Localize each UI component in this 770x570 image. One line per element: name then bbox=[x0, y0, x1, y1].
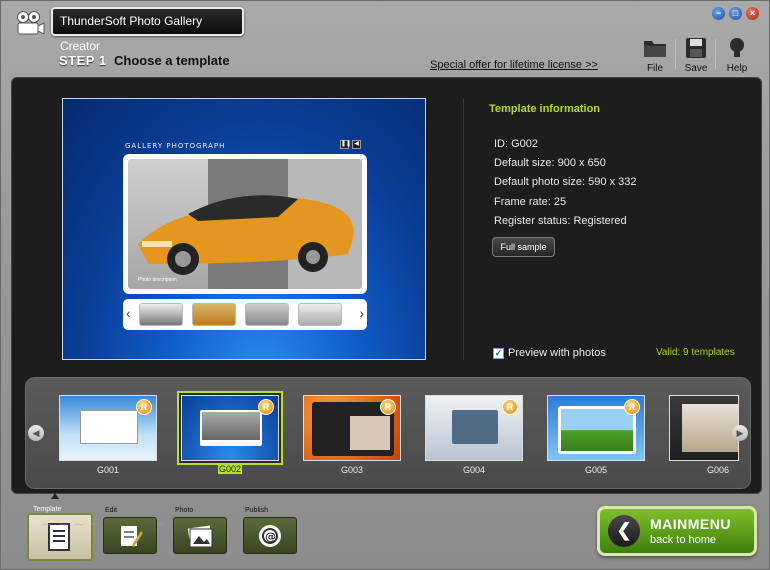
template-name: G001 bbox=[96, 465, 120, 475]
preview-photo: Photo description bbox=[128, 159, 362, 289]
car-photo-image bbox=[138, 159, 362, 289]
svg-text:@: @ bbox=[265, 530, 276, 543]
main-menu-subtitle: back to home bbox=[650, 534, 717, 546]
window-controls: − □ × bbox=[712, 7, 759, 20]
tab-publish[interactable]: Publish @ bbox=[243, 507, 297, 554]
template-name: G005 bbox=[584, 465, 608, 475]
save-label: Save bbox=[684, 63, 708, 74]
preview-next-arrow: › bbox=[359, 305, 364, 321]
help-button[interactable]: Help bbox=[719, 37, 755, 74]
template-item-g004[interactable]: R G004 bbox=[425, 395, 523, 475]
edit-pencil-icon bbox=[121, 525, 143, 547]
main-menu-title: MAINMENU bbox=[650, 516, 731, 532]
full-sample-button[interactable]: Full sample bbox=[492, 237, 555, 257]
preview-thumb bbox=[192, 303, 236, 326]
template-default-size: Default size: 900 x 650 bbox=[494, 157, 606, 169]
template-item-g005[interactable]: R G005 bbox=[547, 395, 645, 475]
info-divider bbox=[463, 98, 464, 360]
lightbulb-icon bbox=[730, 38, 744, 57]
template-thumbnail bbox=[669, 395, 739, 461]
template-thumbnail: R bbox=[303, 395, 401, 461]
preview-controls: ❚❚ ◀ bbox=[340, 140, 361, 149]
template-register-status: Register status: Registered bbox=[494, 215, 627, 227]
tab-photo-label: Photo bbox=[175, 507, 194, 514]
step-title: Choose a template bbox=[114, 53, 230, 68]
template-id: ID: G002 bbox=[494, 138, 539, 150]
template-name: G002 bbox=[218, 464, 242, 474]
template-badge-icon: R bbox=[380, 399, 396, 415]
valid-templates-count: Valid: 9 templates bbox=[656, 347, 735, 358]
template-thumbnail: R bbox=[547, 395, 645, 461]
help-label: Help bbox=[726, 63, 748, 74]
tab-edit[interactable]: Edit bbox=[103, 507, 157, 554]
tab-edit-label: Edit bbox=[105, 507, 118, 514]
preview-with-photos-checkbox[interactable]: ✓ Preview with photos bbox=[493, 347, 606, 359]
preview-photo-frame: Photo description bbox=[123, 154, 367, 294]
minimize-button[interactable]: − bbox=[712, 7, 725, 20]
app-title: ThunderSoft Photo Gallery Creator bbox=[51, 7, 244, 53]
preview-thumb bbox=[245, 303, 289, 326]
step-label: STEP 1 bbox=[59, 53, 107, 68]
floppy-disk-icon bbox=[686, 38, 706, 58]
toolbar-divider bbox=[715, 39, 716, 69]
save-button[interactable]: Save bbox=[678, 37, 714, 74]
restore-button[interactable]: □ bbox=[729, 7, 742, 20]
back-arrow-icon: ❮ bbox=[608, 515, 640, 547]
template-frame-rate: Frame rate: 25 bbox=[494, 196, 567, 208]
app-window: ThunderSoft Photo Gallery Creator − □ × … bbox=[0, 0, 770, 570]
template-badge-icon: R bbox=[624, 399, 640, 415]
tab-edit-box bbox=[103, 517, 157, 554]
template-item-g003[interactable]: R G003 bbox=[303, 395, 401, 475]
template-strip: ◀ R G001 R G002 R G003 R G004 R G005 G00… bbox=[25, 377, 751, 489]
camera-logo-icon bbox=[17, 11, 45, 35]
tab-template-label: Template bbox=[33, 506, 62, 513]
photo-stack-icon bbox=[187, 525, 213, 547]
publish-globe-icon: @ bbox=[259, 524, 281, 547]
template-thumbnail: R bbox=[425, 395, 523, 461]
preview-photo-caption: Photo description bbox=[138, 277, 177, 283]
file-button[interactable]: File bbox=[637, 37, 673, 74]
active-tab-caret bbox=[51, 493, 59, 499]
checkbox-checked-icon[interactable]: ✓ bbox=[493, 347, 504, 359]
template-item-g002[interactable]: R G002 bbox=[177, 391, 283, 474]
template-item-g001[interactable]: R G001 bbox=[59, 395, 157, 475]
main-menu-button[interactable]: ❮ MAINMENU back to home bbox=[597, 506, 757, 556]
special-offer-link[interactable]: Special offer for lifetime license >> bbox=[430, 59, 598, 71]
template-badge-icon: R bbox=[258, 399, 274, 415]
preview-thumbnail-strip: ‹ › bbox=[123, 299, 367, 330]
template-badge-icon: R bbox=[136, 399, 152, 415]
preview-thumb bbox=[298, 303, 342, 326]
template-info-title: Template information bbox=[489, 103, 601, 115]
tab-publish-label: Publish bbox=[245, 507, 268, 514]
template-badge-icon: R bbox=[502, 399, 518, 415]
template-preview: GALLERY PHOTOGRAPH ❚❚ ◀ Photo descriptio… bbox=[62, 98, 426, 360]
toolbar-divider bbox=[675, 39, 676, 69]
template-thumbnail: R bbox=[59, 395, 157, 461]
folder-icon bbox=[644, 41, 666, 57]
file-label: File bbox=[646, 63, 664, 74]
template-name: G003 bbox=[340, 465, 364, 475]
pause-icon: ❚❚ bbox=[340, 140, 352, 149]
preview-prev-arrow: ‹ bbox=[126, 305, 131, 321]
tab-photo[interactable]: Photo bbox=[173, 507, 227, 554]
template-name: G006 bbox=[706, 465, 730, 475]
template-selection-frame: R bbox=[177, 391, 283, 465]
preview-gallery-title: GALLERY PHOTOGRAPH bbox=[125, 142, 226, 150]
template-thumbnail: R bbox=[181, 395, 279, 461]
sound-icon: ◀ bbox=[352, 140, 361, 149]
strip-next-button[interactable]: ▶ bbox=[732, 425, 748, 441]
preview-thumb bbox=[139, 303, 183, 326]
template-photo-size: Default photo size: 590 x 332 bbox=[494, 176, 637, 188]
strip-prev-button[interactable]: ◀ bbox=[28, 425, 44, 441]
template-panel: GALLERY PHOTOGRAPH ❚❚ ◀ Photo descriptio… bbox=[11, 77, 762, 494]
tab-publish-box: @ bbox=[243, 517, 297, 554]
preview-with-photos-label: Preview with photos bbox=[508, 347, 606, 359]
close-button[interactable]: × bbox=[746, 7, 759, 20]
template-item-g006[interactable]: G006 bbox=[669, 395, 739, 475]
template-name: G004 bbox=[462, 465, 486, 475]
tab-photo-box bbox=[173, 517, 227, 554]
